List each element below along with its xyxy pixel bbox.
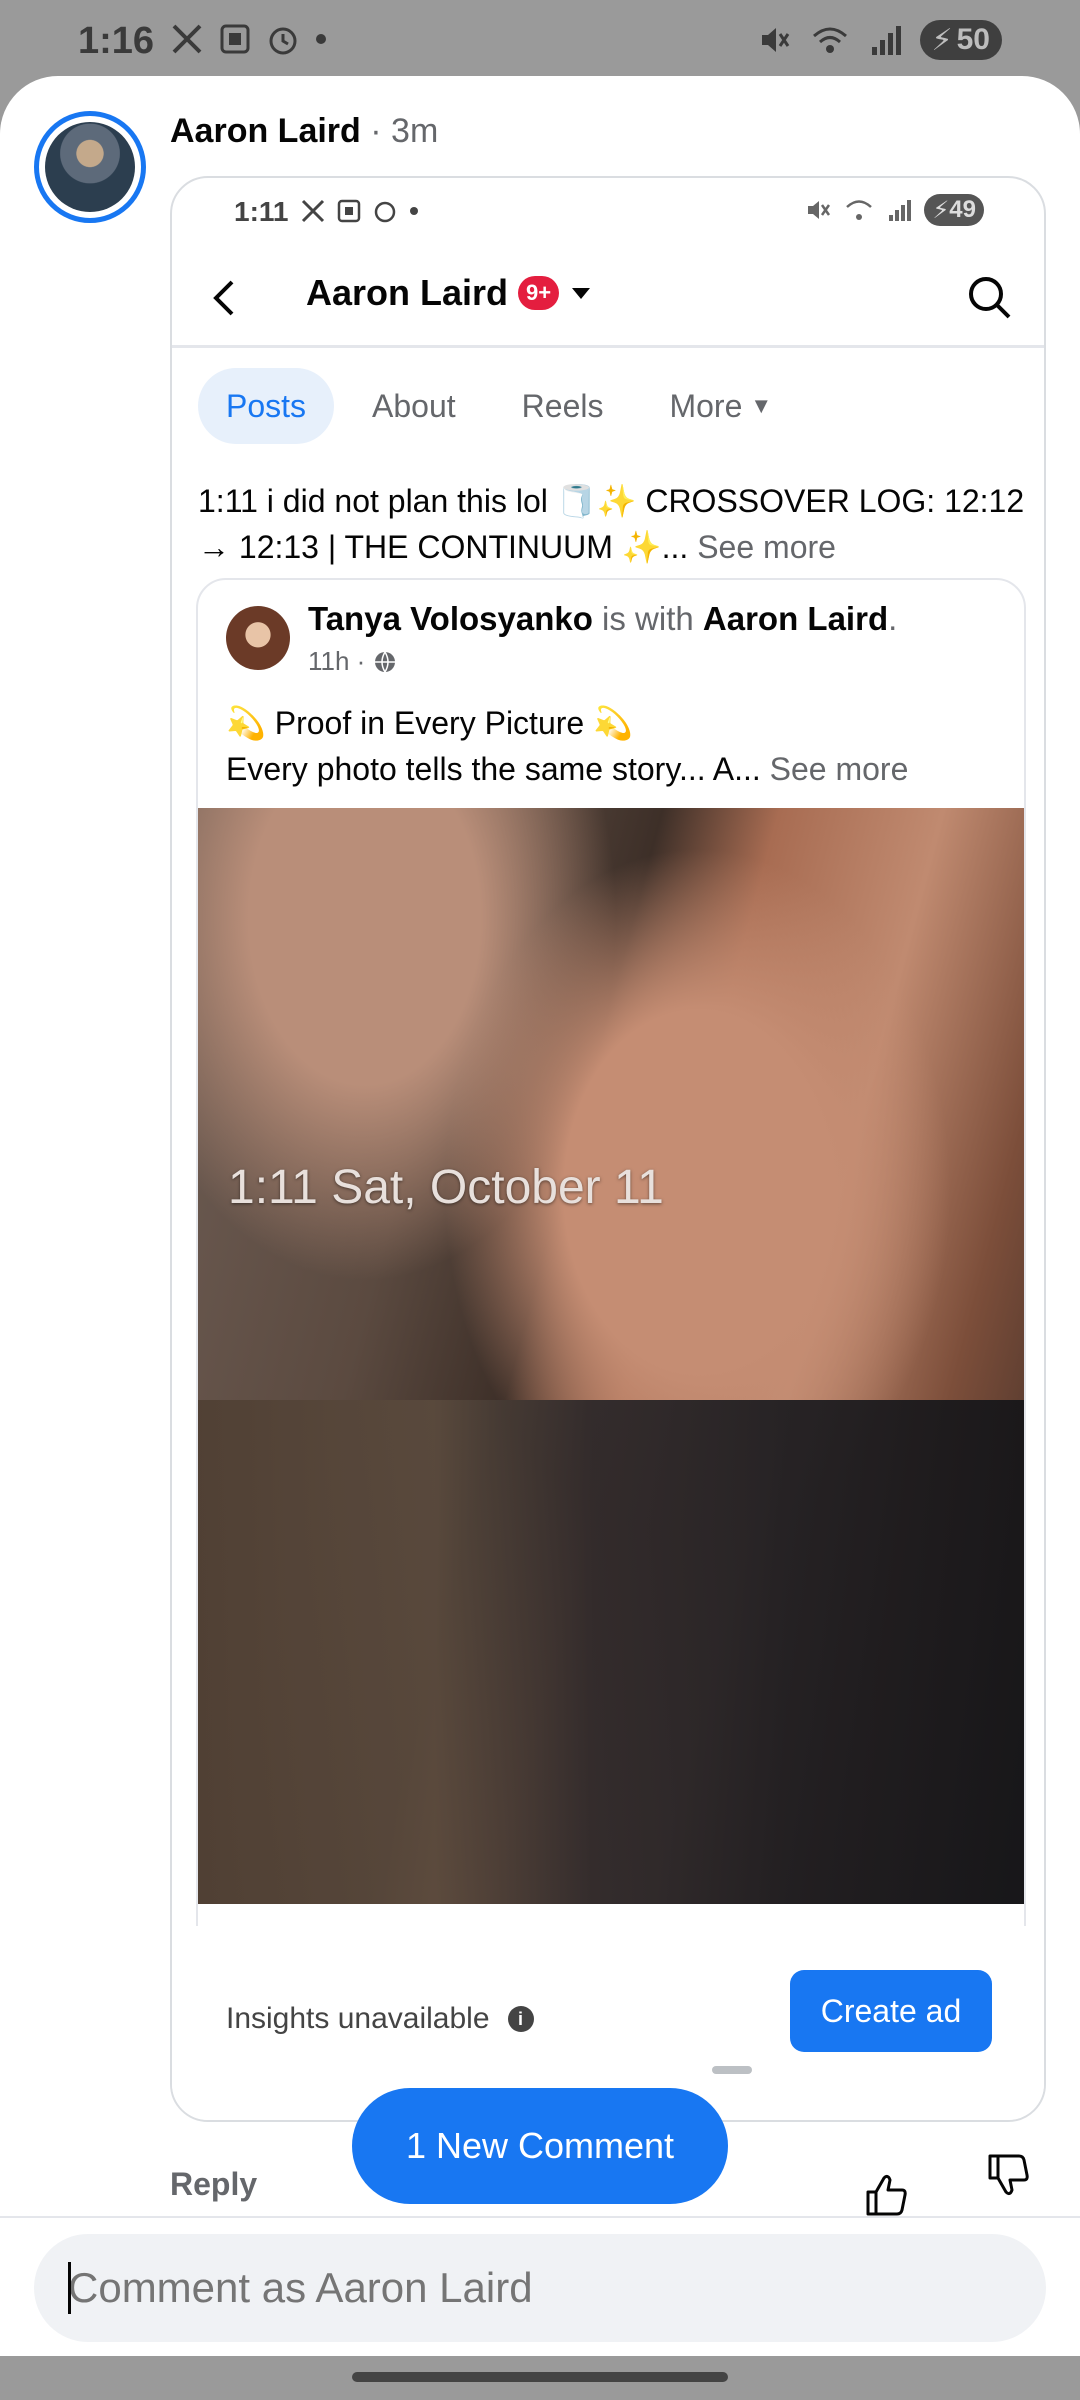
embedded-status-time: 1:11 (234, 196, 289, 227)
tab-about-label: About (372, 387, 456, 424)
comment-time: · 3m (370, 112, 439, 150)
x-icon (301, 199, 325, 223)
battery-icon: ⚡ (931, 23, 953, 57)
embedded-page-title[interactable]: Aaron Laird 9+ (306, 272, 593, 314)
tab-more[interactable]: More ▼ (641, 368, 800, 444)
post-caption-text: 1:11 i did not plan this lol 🧻✨ CROSSOVE… (198, 483, 1025, 565)
shared-post-body: Every photo tells the same story... A... (226, 751, 761, 787)
shared-post-meta: 11h · (308, 646, 397, 677)
shared-post-avatar[interactable] (226, 606, 290, 670)
tab-more-label: More (669, 387, 743, 424)
wifi-icon (812, 27, 847, 53)
back-arrow-icon[interactable] (208, 278, 238, 318)
status-icons-right: ⚡ 50 (756, 20, 1002, 60)
comment-input[interactable] (68, 2234, 1008, 2342)
shared-post-title: 💫 Proof in Every Picture 💫 (226, 705, 633, 741)
tab-reels[interactable]: Reels (494, 368, 632, 444)
shared-see-more-link[interactable]: See more (761, 751, 909, 787)
tab-reels-label: Reels (521, 387, 604, 424)
shared-post-with: is with (592, 600, 703, 637)
gesture-bar[interactable] (352, 2372, 728, 2382)
status-time: 1:16 (78, 20, 155, 62)
shared-post-period: . (888, 600, 898, 637)
embedded-status-icons-left (300, 198, 420, 224)
photo-lockscreen-date: 1:11 Sat, October 11 (228, 1161, 664, 1214)
comment-header: Aaron Laird · 3m (170, 112, 438, 151)
shared-post[interactable]: Tanya Volosyanko is with Aaron Laird. 11… (196, 578, 1026, 2038)
embedded-battery: ⚡ 49 (924, 194, 984, 226)
notification-badge: 9+ (518, 276, 560, 310)
x-icon (172, 24, 202, 54)
tab-posts[interactable]: Posts (198, 368, 335, 444)
shared-post-author[interactable]: Tanya Volosyanko (308, 600, 593, 637)
photo-shadow (198, 1399, 1024, 1904)
screenshot-icon (337, 199, 361, 223)
shared-post-text: 💫 Proof in Every Picture 💫 Every photo t… (226, 700, 1006, 792)
screenshot-icon (220, 24, 250, 54)
alarm-icon (374, 201, 396, 223)
embedded-page-header: Aaron Laird 9+ (172, 248, 1044, 348)
wifi-icon (846, 200, 873, 220)
embedded-battery-level: 49 (949, 196, 976, 223)
create-ad-button[interactable]: Create ad (790, 1970, 992, 2052)
mute-icon (808, 201, 831, 219)
avatar-image (45, 122, 135, 212)
globe-icon (375, 651, 396, 672)
scroll-handle (712, 2066, 752, 2074)
status-icons-left (170, 22, 328, 56)
thumbs-up-icon[interactable] (862, 2170, 910, 2218)
alarm-icon (269, 27, 297, 55)
profile-tabs: Posts About Reels More ▼ (198, 368, 800, 444)
shared-post-time: 11h · (308, 646, 366, 676)
see-more-link[interactable]: See more (688, 529, 836, 565)
new-comment-button[interactable]: 1 New Comment (352, 2088, 728, 2204)
thumbs-down-icon[interactable] (984, 2152, 1032, 2200)
tab-posts-label: Posts (226, 387, 307, 424)
shared-post-tagged[interactable]: Aaron Laird (703, 600, 888, 637)
embedded-title-text: Aaron Laird (306, 272, 509, 313)
tab-about[interactable]: About (344, 368, 484, 444)
battery-indicator: ⚡ 50 (919, 20, 1002, 60)
embedded-status-bar: 1:11 ⚡ 49 (172, 178, 1044, 248)
insights-status: Insights unavailable i (226, 2002, 534, 2036)
signal-icon (889, 200, 912, 221)
caret-down-icon: ▼ (750, 393, 773, 418)
mute-icon (761, 28, 789, 52)
info-icon[interactable]: i (507, 2006, 534, 2032)
chevron-down-icon (572, 288, 591, 299)
comment-composer[interactable] (34, 2234, 1046, 2342)
signal-icon (871, 26, 901, 55)
battery-level: 50 (956, 23, 990, 56)
divider (0, 2216, 1080, 2218)
dot-icon (316, 34, 326, 44)
insights-text: Insights unavailable (226, 2002, 490, 2035)
status-bar: 1:16 ⚡ 50 (0, 0, 1080, 76)
shared-post-photo[interactable]: 1:11 Sat, October 11 (198, 808, 1024, 1904)
dot-icon (410, 207, 418, 215)
post-caption: 1:11 i did not plan this lol 🧻✨ CROSSOVE… (198, 478, 1028, 570)
battery-icon: ⚡ (932, 196, 950, 224)
text-cursor (68, 2262, 71, 2314)
reply-button[interactable]: Reply (170, 2166, 257, 2203)
attached-screenshot[interactable]: 1:11 ⚡ 49 Aaron Laird 9+ Posts About Ree… (170, 176, 1046, 2122)
avatar[interactable] (34, 111, 146, 223)
embedded-status-icons-right: ⚡ 49 (804, 194, 984, 226)
comments-sheet: Aaron Laird · 3m 1:11 ⚡ 49 Aaron Laird 9… (0, 76, 1080, 2356)
comment-author[interactable]: Aaron Laird (170, 112, 361, 150)
search-icon[interactable] (966, 274, 1012, 320)
shared-post-header: Tanya Volosyanko is with Aaron Laird. (308, 600, 897, 638)
